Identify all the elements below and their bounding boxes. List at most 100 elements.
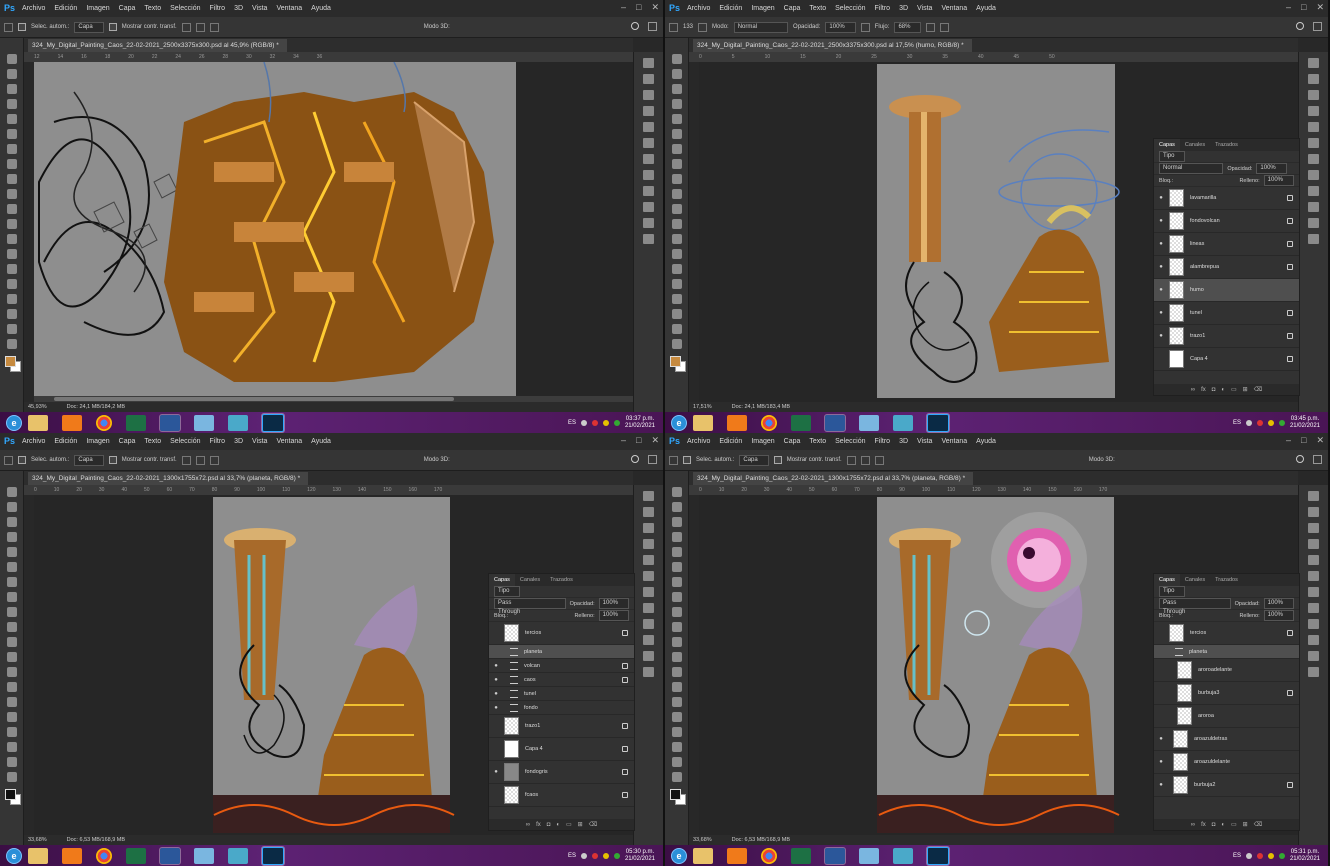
dodge-icon[interactable] <box>6 249 17 259</box>
layer-group[interactable]: ● caos <box>489 673 634 687</box>
tray-arrow-icon[interactable] <box>1245 852 1252 859</box>
foreground-color[interactable] <box>669 356 681 367</box>
fx-icon[interactable]: fx <box>1201 822 1206 828</box>
scrollbar-thumb[interactable] <box>54 397 454 401</box>
tab-capas[interactable]: Capas <box>1154 139 1180 151</box>
chrome-icon[interactable] <box>761 414 777 431</box>
clock[interactable]: 05:30 p.m. 21/02/2021 <box>625 849 655 863</box>
history-brush-icon[interactable] <box>6 189 17 199</box>
layer-row[interactable]: ● alambrepua <box>1154 256 1299 279</box>
menu-archivo[interactable]: Archivo <box>687 5 710 12</box>
mask-icon[interactable]: ◘ <box>1212 822 1216 828</box>
flow-input[interactable]: 68% <box>894 21 922 33</box>
move-icon[interactable] <box>671 487 682 497</box>
layer-kind-filter[interactable]: Tipo <box>1159 586 1186 597</box>
crop-icon[interactable] <box>6 547 17 557</box>
type-icon[interactable] <box>6 712 17 722</box>
network-icon[interactable] <box>1267 852 1274 859</box>
layer-row[interactable]: ● aroazuldelante <box>1154 751 1299 774</box>
chrome-icon[interactable] <box>761 847 777 864</box>
layer-row[interactable]: Capa 4 <box>489 738 634 761</box>
blur-icon[interactable] <box>6 667 17 677</box>
dodge-icon[interactable] <box>671 249 682 259</box>
layer-row[interactable]: ● burbuja2 <box>1154 774 1299 797</box>
crop-icon[interactable] <box>6 114 17 124</box>
maximize-button[interactable]: □ <box>636 435 641 446</box>
tab-capas[interactable]: Capas <box>1154 574 1180 586</box>
adjustments-icon[interactable] <box>643 154 654 164</box>
brush-tool-icon[interactable] <box>669 22 678 32</box>
menu-3d[interactable]: 3D <box>234 5 243 12</box>
volume-icon[interactable] <box>613 852 620 859</box>
new-layer-icon[interactable]: ⊞ <box>578 821 583 828</box>
media-player-icon[interactable] <box>62 414 82 431</box>
minimize-button[interactable]: – <box>621 2 626 13</box>
history-icon[interactable] <box>643 491 654 501</box>
quick-select-icon[interactable] <box>6 99 17 109</box>
layer-row[interactable]: fcaos <box>489 784 634 807</box>
blend-mode-select[interactable]: Normal <box>1159 163 1224 174</box>
path-select-icon[interactable] <box>671 727 682 737</box>
swatches-icon[interactable] <box>643 138 654 148</box>
folder-icon[interactable]: ▭ <box>1231 386 1237 393</box>
menu-ventana[interactable]: Ventana <box>276 438 302 445</box>
menu-capa[interactable]: Capa <box>119 5 136 12</box>
close-button[interactable]: ✕ <box>1316 435 1324 446</box>
layer-row[interactable]: tercios <box>489 622 634 645</box>
menu-ayuda[interactable]: Ayuda <box>976 5 996 12</box>
move-tool-icon[interactable] <box>669 455 678 465</box>
libraries-icon[interactable] <box>1308 635 1319 645</box>
path-select-icon[interactable] <box>6 294 17 304</box>
history-icon[interactable] <box>643 58 654 68</box>
gradient-icon[interactable] <box>6 652 17 662</box>
menu-filtro[interactable]: Filtro <box>210 5 226 12</box>
lasso-icon[interactable] <box>6 84 17 94</box>
menu-seleccion[interactable]: Selección <box>170 438 200 445</box>
pen-icon[interactable] <box>671 697 682 707</box>
adjustment-icon[interactable]: ◐ <box>556 822 560 828</box>
menu-filtro[interactable]: Filtro <box>210 438 226 445</box>
eraser-icon[interactable] <box>6 204 17 214</box>
fx-icon[interactable]: fx <box>536 822 541 828</box>
link-icon[interactable]: ∞ <box>1191 822 1195 828</box>
document-tab[interactable]: 324_My_Digital_Painting_Caos_22-02-2021_… <box>693 472 974 485</box>
layer-opacity[interactable]: 100% <box>1256 163 1287 174</box>
show-transform-checkbox[interactable] <box>773 456 782 464</box>
move-tool-icon[interactable] <box>4 455 13 465</box>
notepad-icon[interactable] <box>859 847 879 864</box>
channels-icon[interactable] <box>1308 90 1319 100</box>
layer-group[interactable]: ● volcan <box>489 659 634 673</box>
history-brush-icon[interactable] <box>6 622 17 632</box>
stamp-icon[interactable] <box>6 174 17 184</box>
target-select[interactable]: Capa <box>739 454 769 466</box>
mask-icon[interactable]: ◘ <box>1212 387 1216 393</box>
minimize-button[interactable]: – <box>621 435 626 446</box>
brush-panel-icon[interactable] <box>698 22 708 32</box>
color-swatches[interactable] <box>4 789 21 805</box>
zoom-level[interactable]: 45,93% <box>28 404 47 410</box>
channels-icon[interactable] <box>1308 523 1319 533</box>
layer-group[interactable]: ● fondo <box>489 701 634 715</box>
word-icon[interactable] <box>159 846 181 865</box>
swatches-icon[interactable] <box>643 571 654 581</box>
search-icon[interactable] <box>631 455 639 463</box>
canvas-area[interactable] <box>34 62 633 402</box>
styles-icon[interactable] <box>643 218 654 228</box>
excel-icon[interactable] <box>791 414 811 431</box>
quick-select-icon[interactable] <box>6 532 17 542</box>
visibility-eye-icon[interactable]: ● <box>1157 782 1165 788</box>
blend-mode-select[interactable]: Pass Through <box>494 598 566 615</box>
layers-icon[interactable] <box>643 507 654 517</box>
visibility-eye-icon[interactable]: ● <box>492 769 500 775</box>
workspace-icon[interactable] <box>1313 22 1322 31</box>
eyedropper-icon[interactable] <box>6 129 17 139</box>
type-icon[interactable] <box>671 279 682 289</box>
antivirus-icon[interactable] <box>591 419 598 426</box>
align-icon[interactable] <box>181 455 191 465</box>
media-player-icon[interactable] <box>727 847 747 864</box>
app-icon[interactable] <box>893 847 913 864</box>
app-icon[interactable] <box>228 414 248 431</box>
document-tab[interactable]: 324_My_Digital_Painting_Caos_22-02-2021_… <box>28 39 287 52</box>
layer-group-selected[interactable]: planeta <box>489 645 634 659</box>
search-icon[interactable] <box>1296 455 1304 463</box>
